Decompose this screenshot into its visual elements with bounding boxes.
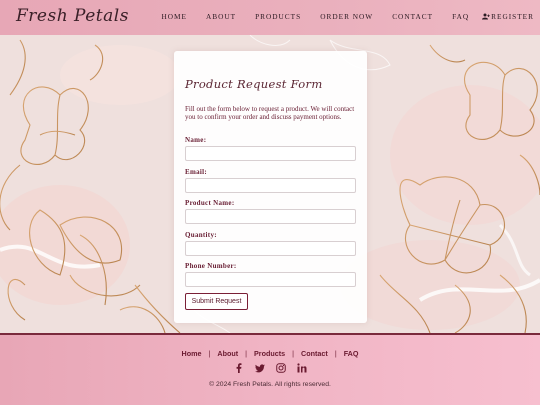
- quantity-field[interactable]: [185, 241, 356, 256]
- site-footer: Home | About | Products | Contact | FAQ …: [0, 333, 540, 405]
- phone-number-label: Phone Number:: [185, 262, 237, 270]
- footer-link-about[interactable]: About: [217, 349, 238, 358]
- footer-separator: |: [292, 349, 295, 358]
- footer-separator: |: [208, 349, 211, 358]
- footer-separator: |: [245, 349, 248, 358]
- email-label: Email:: [185, 168, 208, 176]
- nav-register[interactable]: REGISTER: [482, 12, 534, 21]
- site-header: Fresh Petals HOME ABOUT PRODUCTS ORDER N…: [0, 0, 540, 35]
- footer-link-contact[interactable]: Contact: [301, 349, 328, 358]
- footer-separator: |: [334, 349, 337, 358]
- nav-home[interactable]: HOME: [161, 12, 187, 21]
- twitter-icon[interactable]: [254, 363, 265, 373]
- product-request-form: Product Request Form Fill out the form b…: [174, 51, 367, 323]
- form-intro: Fill out the form below to request a pro…: [185, 105, 355, 121]
- name-field[interactable]: [185, 146, 356, 161]
- nav-register-label: REGISTER: [491, 12, 534, 21]
- email-field[interactable]: [185, 178, 356, 193]
- footer-link-products[interactable]: Products: [254, 349, 285, 358]
- form-title: Product Request Form: [185, 77, 323, 91]
- submit-request-button[interactable]: Submit Request: [185, 293, 248, 310]
- nav-faq[interactable]: FAQ: [452, 12, 469, 21]
- copyright-text: © 2024 Fresh Petals. All rights reserved…: [209, 381, 331, 388]
- footer-link-faq[interactable]: FAQ: [344, 349, 359, 358]
- instagram-icon[interactable]: [275, 363, 286, 373]
- name-label: Name:: [185, 136, 207, 144]
- social-links: [0, 363, 540, 373]
- site-logo[interactable]: Fresh Petals: [16, 6, 129, 26]
- linkedin-icon[interactable]: [296, 363, 307, 373]
- nav-order-now[interactable]: ORDER NOW: [320, 12, 373, 21]
- quantity-label: Quantity:: [185, 231, 217, 239]
- user-plus-icon: [482, 13, 490, 20]
- main-nav: HOME ABOUT PRODUCTS ORDER NOW CONTACT FA…: [161, 12, 534, 21]
- nav-about[interactable]: ABOUT: [206, 12, 236, 21]
- product-name-field[interactable]: [185, 209, 356, 224]
- nav-contact[interactable]: CONTACT: [392, 12, 433, 21]
- phone-number-field[interactable]: [185, 272, 356, 287]
- product-name-label: Product Name:: [185, 199, 235, 207]
- footer-link-home[interactable]: Home: [182, 349, 202, 358]
- footer-links: Home | About | Products | Contact | FAQ: [0, 349, 540, 358]
- nav-products[interactable]: PRODUCTS: [255, 12, 301, 21]
- facebook-icon[interactable]: [234, 363, 244, 373]
